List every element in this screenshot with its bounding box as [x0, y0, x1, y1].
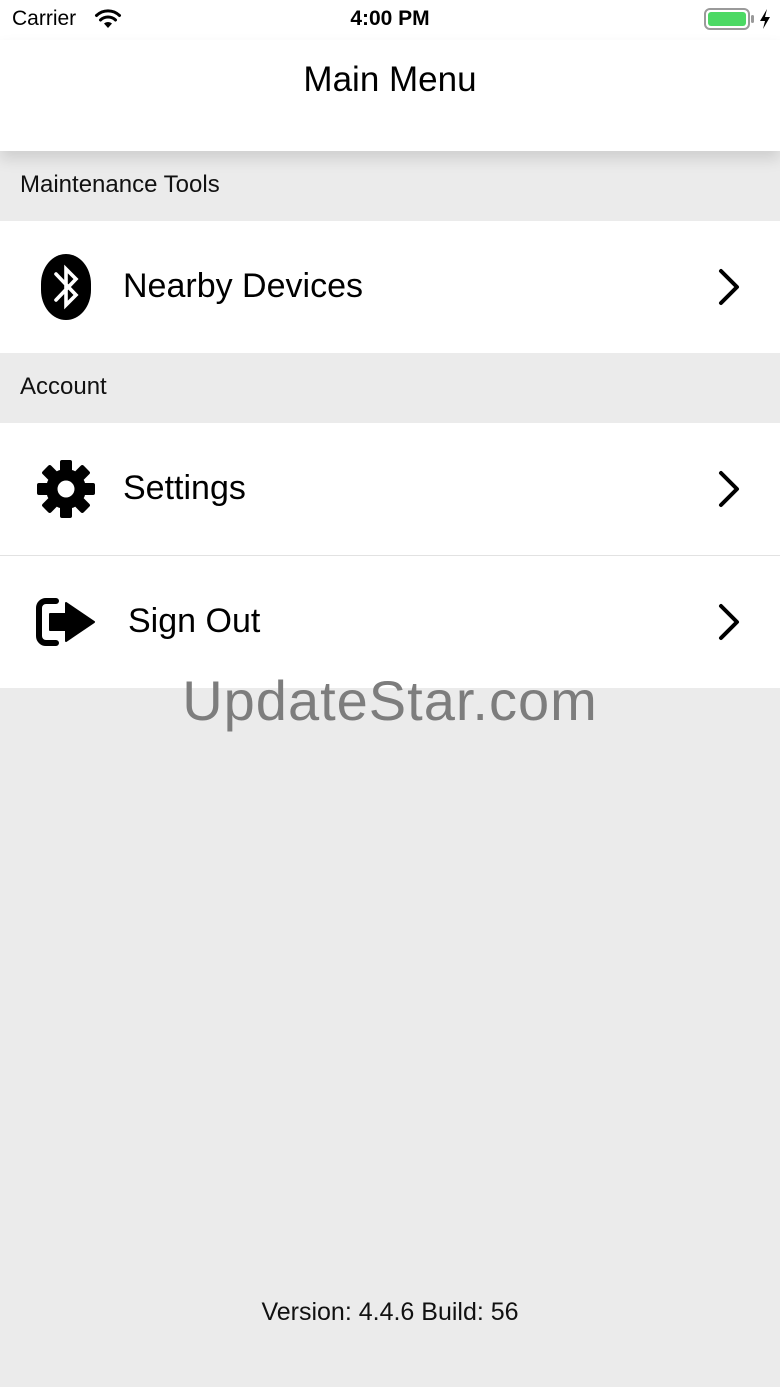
status-bar: Carrier 4:00 PM — [0, 0, 780, 40]
chevron-right-icon — [719, 604, 739, 640]
navigation-bar: Main Menu — [0, 40, 780, 151]
battery-icon — [704, 8, 754, 30]
section-header-maintenance-tools: Maintenance Tools — [0, 151, 780, 221]
status-time: 4:00 PM — [350, 7, 430, 30]
menu-item-settings[interactable]: Settings — [0, 423, 780, 555]
menu-item-label: Sign Out — [128, 602, 261, 640]
section-header-label: Maintenance Tools — [20, 171, 220, 198]
main-menu-screen: Carrier 4:00 PM Main Menu Maintenance To… — [0, 0, 780, 1387]
version-label: Version: 4.4.6 Build: 56 — [261, 1298, 519, 1326]
section-header-label: Account — [20, 373, 107, 400]
charging-bolt-icon — [760, 9, 770, 29]
chevron-right-icon — [719, 269, 739, 305]
menu-item-nearby-devices[interactable]: Nearby Devices — [0, 221, 780, 353]
sign-out-icon — [36, 598, 95, 646]
row-divider — [0, 555, 780, 556]
gear-icon — [37, 460, 95, 518]
bluetooth-icon — [41, 254, 91, 320]
menu-item-label: Nearby Devices — [123, 267, 363, 305]
menu-item-label: Settings — [123, 469, 246, 507]
chevron-right-icon — [719, 471, 739, 507]
section-header-account: Account — [0, 353, 780, 423]
watermark: UpdateStar.com — [182, 669, 598, 732]
page-title: Main Menu — [303, 60, 477, 99]
